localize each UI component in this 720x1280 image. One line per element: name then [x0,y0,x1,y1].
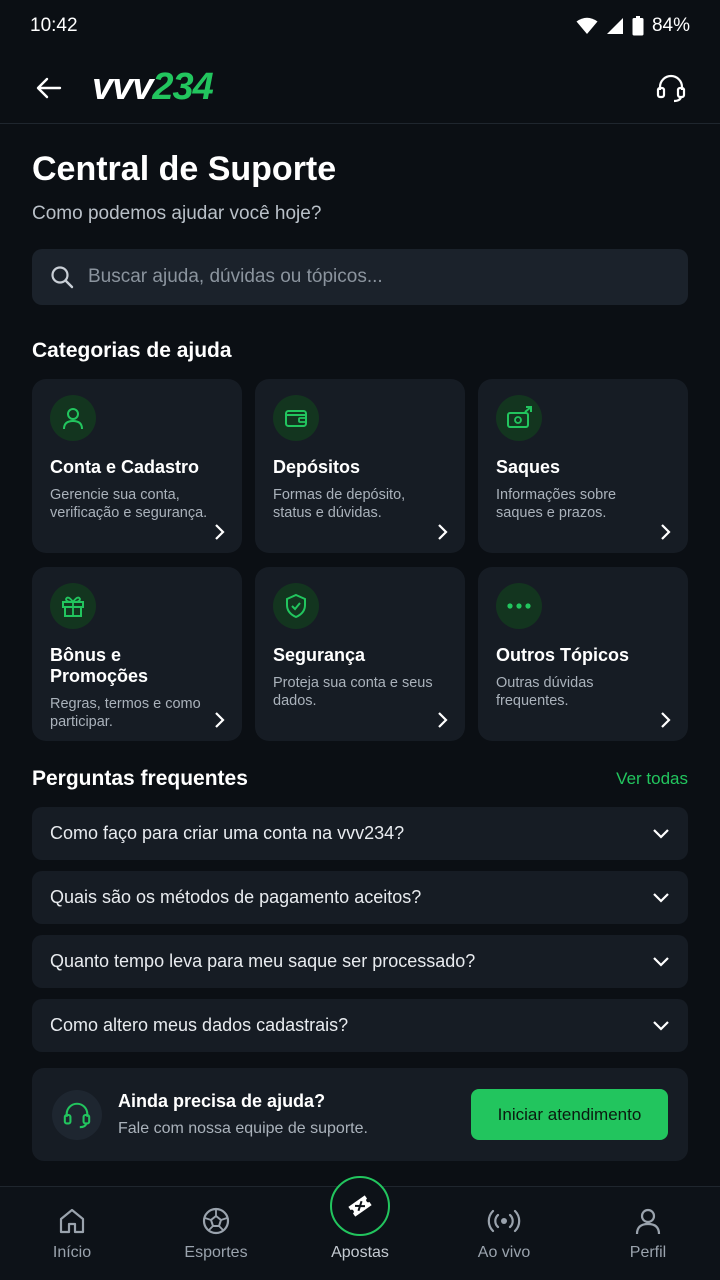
chevron-down-icon [653,1020,669,1031]
category-title: Depósitos [273,457,361,477]
brand-logo: vvv234 [92,66,214,108]
nav-label: Ao vivo [477,1244,531,1261]
page-title: Central de Suporte [32,150,337,188]
battery-icon [632,16,644,36]
gift-icon [62,596,84,617]
category-title: Segurança [273,645,366,665]
category-card-saques[interactable]: Saques Informações sobre saques e prazos… [478,379,688,553]
category-desc: Informações sobre saques e prazos. [496,487,617,521]
nav-item-perfil[interactable]: Perfil [588,1206,708,1262]
chevron-down-icon [653,892,669,903]
see-all-link[interactable]: Ver todas [616,769,688,789]
app-header: vvv234 [0,52,720,124]
category-desc: Gerencie sua conta, verificação e segura… [50,487,208,521]
chevron-right-icon [438,712,448,728]
chevron-right-icon [215,712,225,728]
faq-list: Como faço para criar uma conta na vvv234… [32,807,688,1052]
category-desc: Outras dúvidas frequentes. [496,675,594,709]
category-card-seguranca[interactable]: Segurança Proteja sua conta e seus dados… [255,567,465,741]
faq-question: Como altero meus dados cadastrais? [50,1015,349,1035]
categories-title: Categorias de ajuda [32,339,232,362]
nav-label: Esportes [184,1244,248,1261]
category-desc: Regras, termos e como participar. [50,696,201,730]
bottom-navigation: Início Esportes Apostas Ao vivo Perfil [0,1176,720,1280]
user-icon [63,408,83,430]
category-card-outros[interactable]: Outros Tópicos Outras dúvidas frequentes… [478,567,688,741]
faq-item[interactable]: Quais são os métodos de pagamento aceito… [32,871,688,924]
nav-item-esportes[interactable]: Esportes [156,1206,276,1262]
category-card-conta[interactable]: Conta e Cadastro Gerencie sua conta, ver… [32,379,242,553]
faq-item[interactable]: Quanto tempo leva para meu saque ser pro… [32,935,688,988]
shield-check-icon [286,593,306,619]
headset-icon [656,74,686,102]
chevron-down-icon [653,828,669,839]
back-button[interactable] [32,71,66,105]
nav-label: Perfil [629,1244,667,1261]
category-title: Saques [496,457,561,477]
faq-question: Como faço para criar uma conta na vvv234… [50,823,405,843]
main-content: Central de Suporte Como podemos ajudar v… [0,124,720,1161]
page-subtitle: Como podemos ajudar você hoje? [32,203,322,224]
more-icon [507,603,531,609]
chevron-right-icon [438,524,448,540]
wifi-icon [576,17,598,34]
search-input[interactable] [88,266,670,288]
search-icon [51,266,74,289]
chevron-down-icon [653,956,669,967]
home-icon [59,1208,85,1234]
chevron-right-icon [215,524,225,540]
signal-icon [606,18,623,34]
nav-item-apostas[interactable]: Apostas [300,1176,420,1262]
category-card-bonus[interactable]: Bônus e Promoções Regras, termos e como … [32,567,242,741]
live-broadcast-icon [487,1209,521,1233]
faq-title: Perguntas frequentes [32,767,248,790]
user-icon [635,1208,661,1235]
nav-label: Início [52,1244,92,1261]
start-support-button[interactable]: Iniciar atendimento [471,1089,668,1140]
help-title: Ainda precisa de ajuda? [118,1091,326,1111]
faq-header: Perguntas frequentes Ver todas [32,767,688,791]
faq-item[interactable]: Como faço para criar uma conta na vvv234… [32,807,688,860]
arrow-left-icon [36,77,62,98]
soccer-ball-icon [202,1207,230,1235]
nav-label: Apostas [331,1244,389,1261]
withdraw-icon [507,406,532,428]
battery-level: 84% [651,15,690,36]
chevron-right-icon [661,712,671,728]
chevron-right-icon [661,524,671,540]
status-bar: 10:42 84% [0,0,720,52]
help-box: Ainda precisa de ajuda? Fale com nossa e… [32,1068,688,1161]
support-headset-button[interactable] [654,71,688,105]
categories-grid: Conta e Cadastro Gerencie sua conta, ver… [32,379,688,741]
category-title: Outros Tópicos [496,645,630,665]
nav-item-inicio[interactable]: Início [12,1206,132,1262]
status-time: 10:42 [30,15,78,36]
status-icons: 84% [576,15,690,37]
wallet-icon [285,410,307,427]
help-subtitle: Fale com nossa equipe de suporte. [118,1120,368,1137]
category-title: Conta e Cadastro [50,457,200,477]
category-title: Bônus e Promoções [50,645,149,686]
nav-item-ao-vivo[interactable]: Ao vivo [444,1206,564,1262]
category-desc: Proteja sua conta e seus dados. [273,675,433,709]
faq-item[interactable]: Como altero meus dados cadastrais? [32,999,688,1052]
headset-icon [63,1102,91,1128]
ticket-icon [348,1195,372,1217]
category-desc: Formas de depósito, status e dúvidas. [273,487,406,521]
category-card-depositos[interactable]: Depósitos Formas de depósito, status e d… [255,379,465,553]
search-bar[interactable] [32,249,688,305]
faq-question: Quais são os métodos de pagamento aceito… [50,887,422,907]
faq-question: Quanto tempo leva para meu saque ser pro… [50,951,476,971]
